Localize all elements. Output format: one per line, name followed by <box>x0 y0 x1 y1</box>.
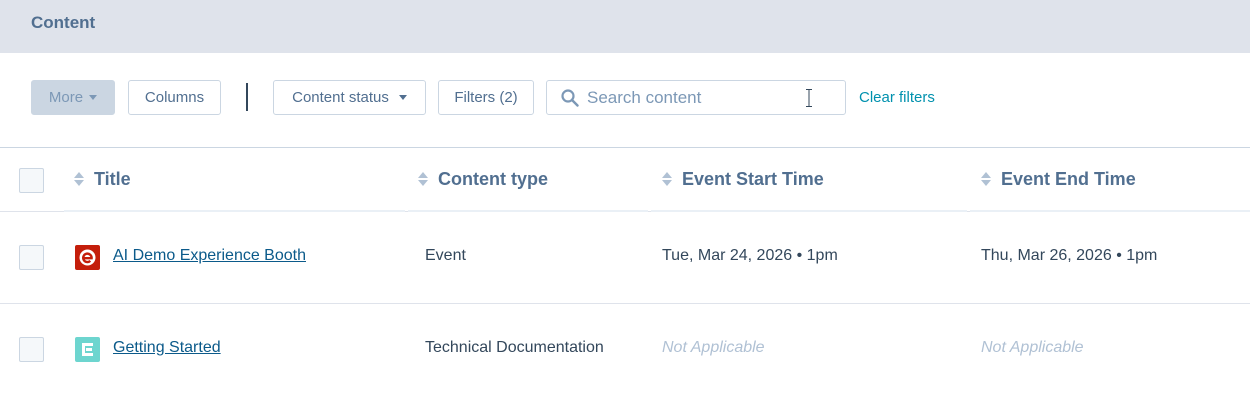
event-start-cell: Tue, Mar 24, 2026 • 1pm <box>662 247 838 264</box>
sort-icon <box>662 172 672 186</box>
toolbar-divider <box>246 83 248 111</box>
row-checkbox[interactable] <box>19 245 44 270</box>
row-checkbox[interactable] <box>19 337 44 362</box>
search-input[interactable] <box>587 81 837 114</box>
sort-icon <box>74 172 84 186</box>
content-title-link[interactable]: AI Demo Experience Booth <box>113 247 306 265</box>
event-start-cell: Not Applicable <box>662 339 765 356</box>
content-type-cell: Technical Documentation <box>425 339 604 356</box>
column-label: Content type <box>438 168 548 189</box>
event-end-cell: Not Applicable <box>981 339 1084 356</box>
page-header: Content <box>0 0 1250 53</box>
column-label: Event End Time <box>1001 168 1136 189</box>
content-title-link[interactable]: Getting Started <box>113 339 221 357</box>
event-icon <box>75 245 100 270</box>
event-end-cell: Thu, Mar 26, 2026 • 1pm <box>981 247 1158 264</box>
clear-filters-link[interactable]: Clear filters <box>859 89 935 106</box>
content-status-label: Content status <box>292 89 389 106</box>
page-title: Content <box>31 13 96 32</box>
column-header-event-end-time[interactable]: Event End Time <box>970 148 1250 212</box>
sort-icon <box>418 172 428 186</box>
select-all-checkbox[interactable] <box>19 168 44 193</box>
column-label: Event Start Time <box>682 168 824 189</box>
content-type-cell: Event <box>425 247 466 264</box>
toolbar: More Columns Content status Filters (2) … <box>0 53 1250 147</box>
table-row[interactable]: Getting Started Technical Documentation … <box>0 304 1250 396</box>
table-header: Title Content type Event Start Time Even… <box>0 147 1250 212</box>
more-button[interactable]: More <box>31 80 115 115</box>
filters-button[interactable]: Filters (2) <box>438 80 534 115</box>
caret-down-icon <box>398 95 407 100</box>
column-header-title[interactable]: Title <box>64 148 405 212</box>
columns-button[interactable]: Columns <box>128 80 221 115</box>
more-label: More <box>48 89 84 106</box>
column-header-event-start-time[interactable]: Event Start Time <box>651 148 967 212</box>
column-label: Title <box>94 168 131 189</box>
sort-icon <box>981 172 991 186</box>
table-row[interactable]: AI Demo Experience Booth Event Tue, Mar … <box>0 212 1250 304</box>
search-box[interactable] <box>546 80 846 115</box>
text-cursor-icon <box>806 89 812 107</box>
column-header-content-type[interactable]: Content type <box>408 148 648 212</box>
caret-down-icon <box>89 95 98 100</box>
content-status-dropdown[interactable]: Content status <box>273 80 426 115</box>
documentation-icon <box>75 337 100 362</box>
search-icon <box>561 89 579 107</box>
